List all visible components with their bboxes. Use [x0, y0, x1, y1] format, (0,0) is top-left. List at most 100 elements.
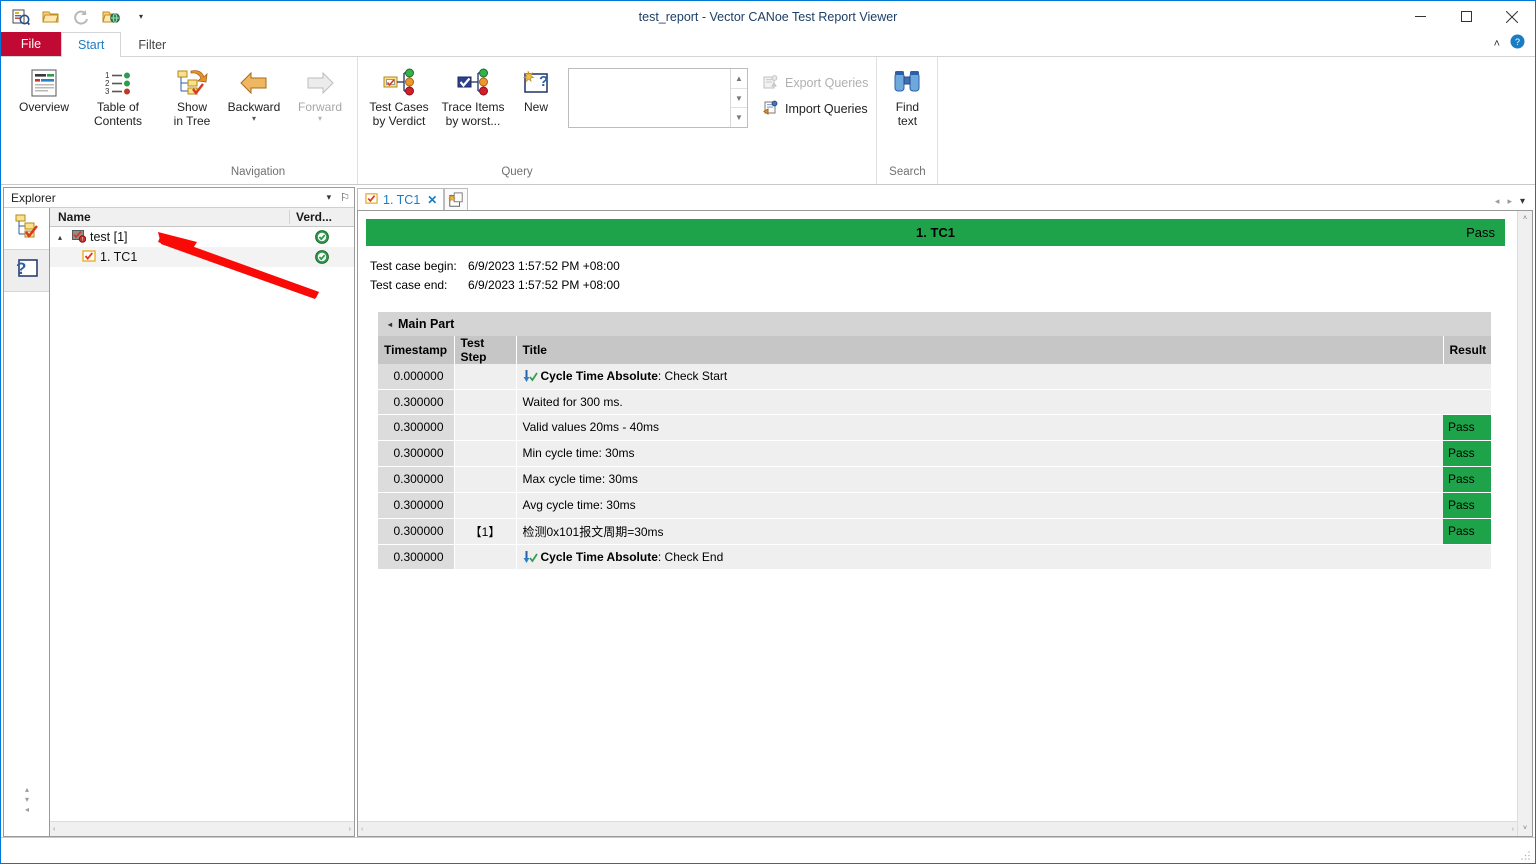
trace-items-by-worst-button[interactable]: Trace Items by worst...	[436, 62, 510, 138]
open-folder-icon[interactable]	[37, 4, 65, 30]
explorer-tree: Name Verd... ▴ ! test [1] 1. TC1 ▴ ▾ ◂ ‹…	[25, 208, 354, 836]
import-queries-button[interactable]: Import Queries	[758, 98, 872, 120]
explorer-pin-icon[interactable]: ⚐	[340, 191, 350, 204]
export-queries-button[interactable]: Export Queries	[758, 72, 872, 94]
explorer-hscrollbar[interactable]: ‹ ›	[50, 821, 354, 836]
explorer-scroll-left-icon[interactable]: ‹	[53, 826, 55, 833]
export-html-icon[interactable]	[97, 4, 125, 30]
document-hscrollbar[interactable]: ‹ ›	[358, 821, 1517, 836]
query-list-field[interactable]	[569, 69, 730, 127]
table-row[interactable]: 0.300000 Avg cycle time: 30ms Pass	[378, 492, 1491, 519]
tab-filter[interactable]: Filter	[121, 32, 183, 56]
arrow-right-icon	[304, 66, 336, 100]
query-scroll-down-icon[interactable]: ▼	[731, 89, 747, 109]
explorer-body: ? Name Verd... ▴ ! test [1] 1. TC1 ▴ ▾ ◂…	[4, 208, 354, 836]
svg-text:?: ?	[1515, 37, 1520, 47]
doc-tab-prev-icon[interactable]: ◂	[1495, 196, 1500, 207]
doc-scroll-up-icon[interactable]: ˄	[1523, 211, 1527, 226]
help-icon[interactable]: ?	[1510, 34, 1525, 54]
forward-dropdown-caret[interactable]: ▾	[318, 115, 322, 123]
backward-dropdown-caret[interactable]: ▾	[252, 115, 256, 123]
minimize-button[interactable]	[1397, 1, 1443, 32]
explorer-col-verdict[interactable]: Verd...	[290, 210, 354, 224]
col-timestamp[interactable]: Timestamp	[378, 336, 455, 364]
query-scroll-up-icon[interactable]: ▲	[731, 69, 747, 89]
query-list[interactable]: ▲ ▼ ▼	[568, 68, 748, 128]
window-title: test_report - Vector CANoe Test Report V…	[638, 9, 898, 24]
cell-title: Avg cycle time: 30ms	[516, 492, 1443, 519]
col-test-step[interactable]: Test Step	[454, 336, 517, 364]
col-title[interactable]: Title	[516, 336, 1444, 364]
query-scroll-end-icon[interactable]: ▼	[731, 108, 747, 127]
doc-scroll-left-icon[interactable]: ‹	[361, 826, 363, 833]
tree-row-test-case[interactable]: 1. TC1	[50, 247, 354, 267]
explorer-spin-down-icon[interactable]: ▾	[25, 795, 29, 804]
find-text-button[interactable]: Find text	[881, 62, 933, 138]
doc-tab-overview[interactable]	[444, 188, 469, 210]
cell-title: Valid values 20ms - 40ms	[516, 414, 1443, 441]
expander-icon[interactable]: ▴	[58, 233, 68, 242]
collapse-ribbon-icon[interactable]: ˄	[1494, 38, 1500, 50]
explorer-title: Explorer	[11, 190, 56, 205]
table-row[interactable]: 0.300000 Cycle Time Absolute: Check End	[378, 544, 1491, 570]
trace-items-icon	[456, 66, 490, 100]
doc-scroll-down-icon[interactable]: ˅	[1523, 821, 1527, 836]
explorer-scroll-right-icon[interactable]: ›	[349, 826, 351, 833]
cell-result: Pass	[1443, 518, 1491, 545]
cell-timestamp: 0.300000	[378, 389, 455, 415]
show-in-tree-button[interactable]: Show in Tree	[163, 62, 221, 138]
trace-items-line1: Trace Items	[441, 100, 505, 114]
cell-result	[1443, 364, 1491, 390]
doc-tab-next-icon[interactable]: ▸	[1507, 196, 1512, 207]
backward-button[interactable]: Backward ▾	[221, 62, 287, 138]
table-row[interactable]: 0.300000 Valid values 20ms - 40ms Pass	[378, 414, 1491, 441]
overview-button[interactable]: Overview	[7, 62, 81, 138]
forward-button[interactable]: Forward ▾	[287, 62, 353, 138]
maximize-button[interactable]	[1443, 1, 1489, 32]
cell-timestamp: 0.300000	[378, 544, 455, 570]
table-row[interactable]: 0.300000 Waited for 300 ms.	[378, 389, 1491, 415]
document-vscrollbar[interactable]: ˄ ˅	[1517, 211, 1532, 836]
table-row[interactable]: 0.000000 Cycle Time Absolute: Check Star…	[378, 364, 1491, 390]
status-badge: Pass	[1443, 518, 1491, 544]
customize-qat-caret[interactable]: ▾	[127, 4, 155, 30]
table-row[interactable]: 0.300000 Min cycle time: 30ms Pass	[378, 440, 1491, 467]
verdict-pass-icon	[315, 250, 329, 264]
col-result[interactable]: Result	[1443, 336, 1491, 364]
table-row[interactable]: 0.300000 Max cycle time: 30ms Pass	[378, 466, 1491, 493]
main-part-header[interactable]: ◂ Main Part	[378, 312, 1491, 336]
test-case-icon	[365, 192, 378, 208]
explorer-tab-tree[interactable]	[4, 208, 49, 250]
resize-grip-icon[interactable]	[1520, 849, 1532, 861]
cell-title: Max cycle time: 30ms	[516, 466, 1443, 493]
explorer-col-name[interactable]: Name	[50, 210, 290, 224]
open-report-icon[interactable]	[7, 4, 35, 30]
import-queries-icon	[762, 99, 779, 119]
query-list-scrollbar[interactable]: ▲ ▼ ▼	[730, 69, 747, 127]
test-cases-by-verdict-button[interactable]: Test Cases by Verdict	[362, 62, 436, 138]
tree-row-test-module[interactable]: ▴ ! test [1]	[50, 227, 354, 247]
quick-access-toolbar: ▾	[1, 4, 155, 30]
main-part-collapse-icon[interactable]: ◂	[388, 320, 392, 329]
test-steps-header-row: Timestamp Test Step Title Result	[378, 336, 1491, 364]
backward-button-label: Backward	[227, 100, 281, 114]
tab-file[interactable]: File	[1, 32, 61, 56]
table-of-contents-button[interactable]: 1 2 3 Table of Contents	[81, 62, 155, 138]
doc-tab-list-icon[interactable]: ▾	[1520, 196, 1525, 207]
explorer-tab-help[interactable]: ?	[4, 250, 49, 292]
explorer-menu-icon[interactable]: ▾	[327, 192, 332, 203]
ribbon-right-controls: ˄ ?	[1494, 32, 1535, 56]
report-overview-icon	[448, 191, 464, 207]
doc-tab-tc1[interactable]: 1. TC1 ✕	[357, 188, 445, 210]
doc-scroll-right-icon[interactable]: ›	[1512, 826, 1514, 833]
close-button[interactable]	[1489, 1, 1535, 32]
new-query-button[interactable]: ? New	[510, 62, 562, 138]
doc-tab-close-icon[interactable]: ✕	[427, 193, 437, 207]
explorer-spin-end-icon[interactable]: ◂	[25, 805, 29, 814]
caret-glyph: ▾	[138, 12, 143, 21]
tab-start[interactable]: Start	[61, 32, 122, 57]
explorer-spinner[interactable]: ▴ ▾ ◂	[4, 777, 50, 821]
explorer-spin-up-icon[interactable]: ▴	[25, 785, 29, 794]
ribbon-group-query: Test Cases by Verdict Trace Items by wor…	[358, 57, 878, 184]
table-row[interactable]: 0.300000 【1】 检测0x101报文周期=30ms Pass	[378, 518, 1491, 545]
